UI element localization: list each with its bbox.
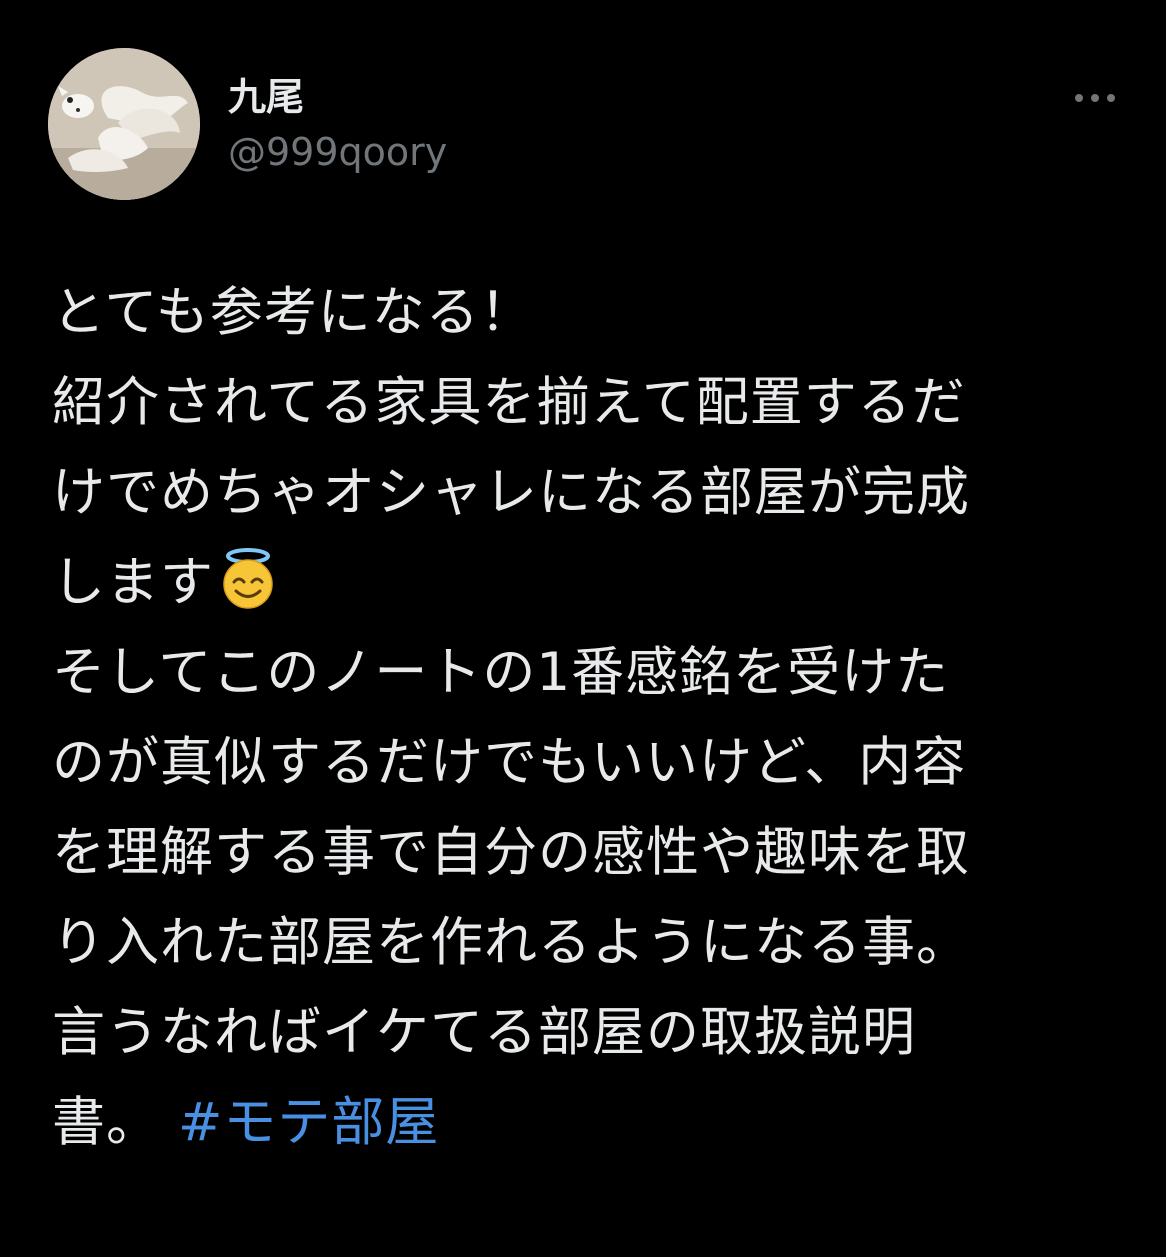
- user-handle[interactable]: @999qoory: [228, 126, 447, 178]
- tweet-line: 言うなればイケてる部屋の取扱説明: [52, 1002, 916, 1063]
- tweet: 九尾 @999qoory とても参考になる！ 紹介されてる家具を揃えて配置するだ…: [0, 0, 1166, 1257]
- more-horizontal-icon-dot: [1091, 94, 1099, 102]
- tweet-line: 紹介されてる家具を揃えて配置するだ: [52, 372, 966, 433]
- display-name[interactable]: 九尾: [228, 72, 304, 122]
- tweet-line: とても参考になる！: [52, 282, 534, 343]
- tweet-line-with-emoji: します: [52, 538, 1122, 628]
- tweet-line: けでめちゃオシャレになる部屋が完成: [52, 462, 970, 523]
- avatar[interactable]: [48, 48, 200, 200]
- tweet-line-with-hashtag: 書。 #モテ部屋: [52, 1078, 1122, 1168]
- avatar-image: [48, 48, 200, 200]
- more-options-button[interactable]: [1066, 78, 1124, 118]
- tweet-line: そしてこのノートの1番感銘を受けた: [52, 642, 950, 703]
- tweet-text: とても参考になる！ 紹介されてる家具を揃えて配置するだ けでめちゃオシャレになる…: [52, 268, 1122, 1168]
- hashtag-link[interactable]: #モテ部屋: [178, 1092, 439, 1153]
- tweet-line: 書。: [52, 1092, 160, 1153]
- smiling-face-with-halo-icon: [223, 548, 273, 609]
- tweet-line: します: [52, 552, 214, 613]
- tweet-line: のが真似するだけでもいいけど、内容: [52, 732, 967, 793]
- more-horizontal-icon-dot: [1107, 94, 1115, 102]
- tweet-line: り入れた部屋を作れるようになる事。: [52, 912, 970, 973]
- more-horizontal-icon: [1075, 94, 1083, 102]
- tweet-line: を理解する事で自分の感性や趣味を取: [52, 822, 970, 883]
